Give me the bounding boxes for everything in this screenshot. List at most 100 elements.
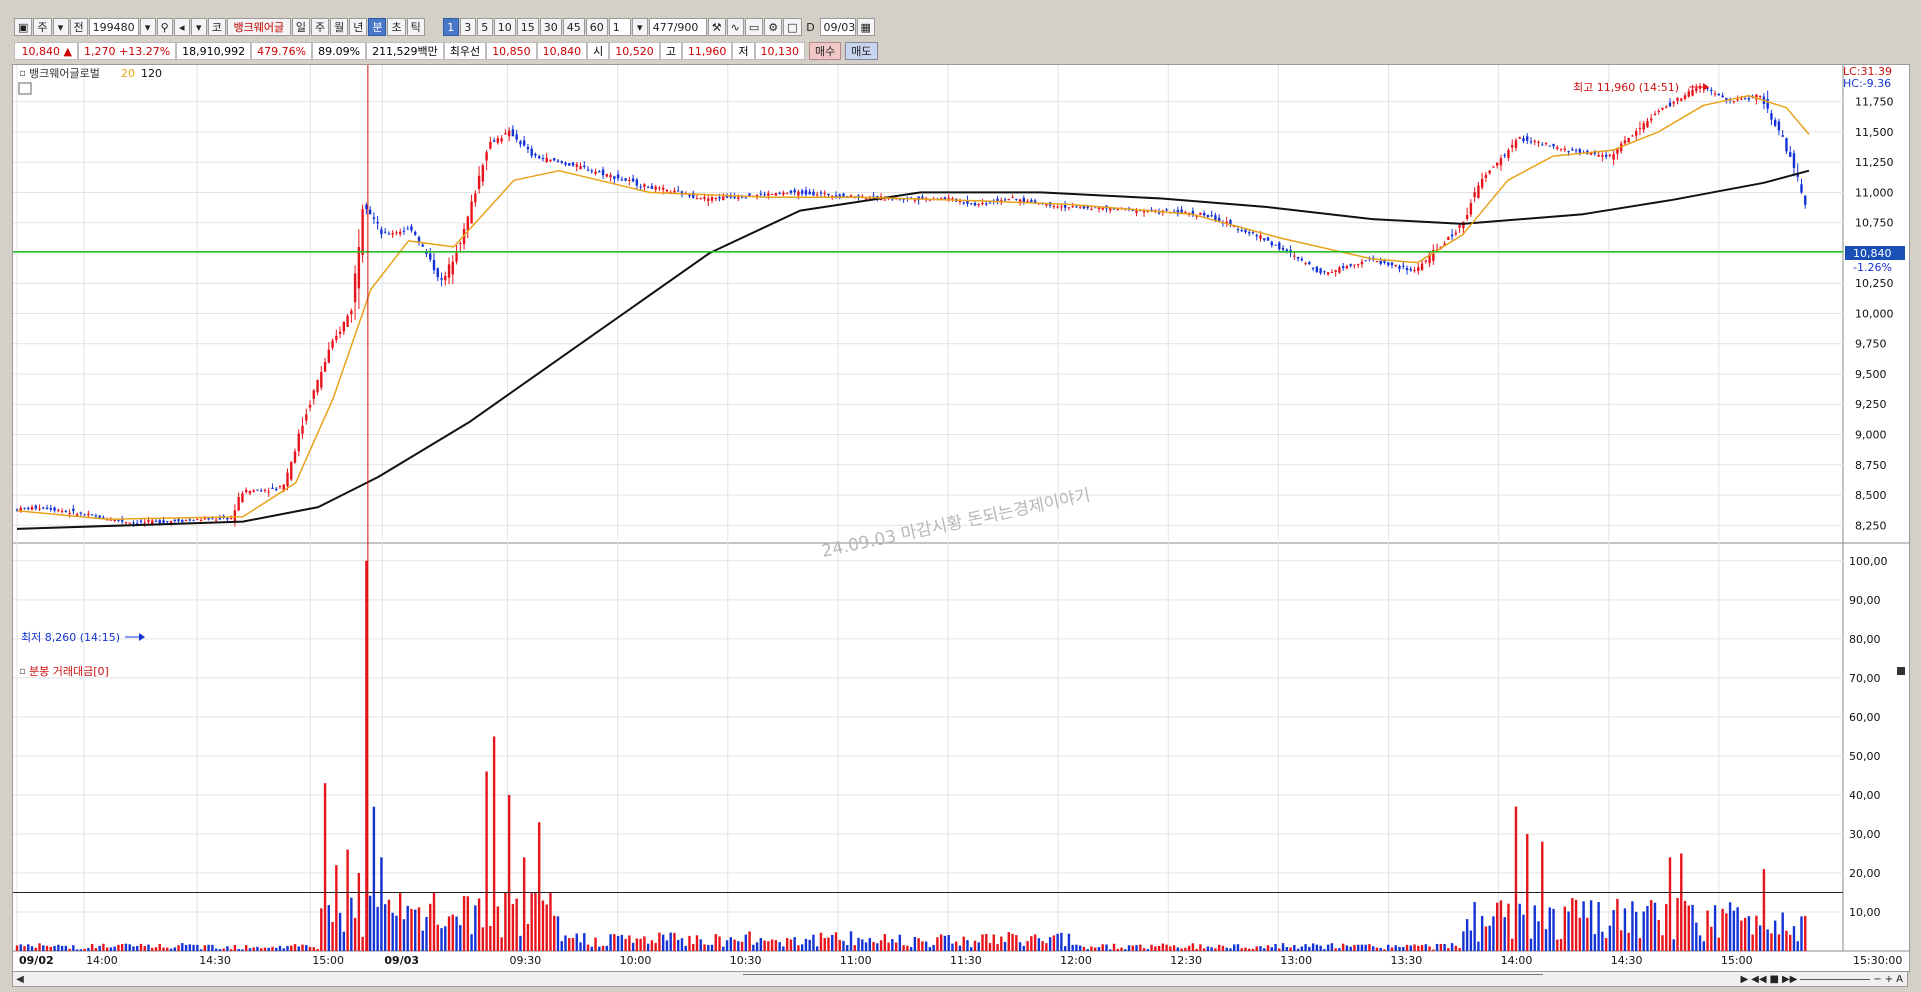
volume-bar [34,947,37,951]
candle-body [1078,206,1082,208]
search-icon[interactable]: ⚲ [156,18,173,36]
tab-second[interactable]: 초 [387,18,406,36]
calendar-icon[interactable]: ▦ [856,18,875,36]
tab-tick[interactable]: 틱 [406,18,425,36]
candle-body [68,512,71,514]
speaker-icon[interactable]: ◂ [173,18,190,36]
volume-bar [575,933,578,951]
candle-body [1747,98,1751,100]
font-size-icon[interactable]: A [1896,974,1903,985]
volume-tick-label: 100,00 [1849,555,1888,568]
speaker-dropdown-icon[interactable]: ▾ [190,18,207,36]
candle-body [162,520,165,523]
candle-body [767,193,770,196]
interval-15[interactable]: 15 [516,18,539,36]
volume-tick-label: 90,00 [1849,594,1881,607]
code-input[interactable]: 199480 [88,18,139,36]
volume-bar [432,892,436,951]
panel-toggle-icon[interactable]: ▫ [19,68,26,79]
zoom-in-icon[interactable]: + [1885,974,1893,985]
volume-bar [241,949,244,951]
tab-month[interactable]: 월 [330,18,349,36]
multiplier-input[interactable]: 1 [608,18,631,36]
chart-area[interactable]: 09/02 14:00 14:30 15:00 09/03 09:30 10:00 10:30… [12,64,1910,972]
date-input[interactable]: 09/03 [819,18,856,36]
scroll-left-icon[interactable]: ◀ [13,972,27,986]
candle-body [1462,221,1465,229]
candle-body [1804,195,1807,205]
volume-bar [1349,946,1352,951]
candle-body [1668,102,1672,107]
interval-3[interactable]: 3 [459,18,476,36]
horizontal-scrollbar[interactable]: ◀ ▶ ◀◀ ■ ▶▶ − + A [12,971,1908,987]
multiplier-dropdown-icon[interactable]: ▾ [631,18,648,36]
buy-button[interactable]: 매수 [809,42,842,60]
layout-icon[interactable]: ▣ [14,18,33,36]
tools-icon[interactable]: ⚒ [707,18,726,36]
volume-bar [147,944,150,951]
count-field[interactable]: 477/900 [648,18,707,36]
candle-body [1338,267,1341,273]
volume-bar [970,947,973,951]
candle-body [981,203,984,205]
candle-body [985,203,988,205]
volume-bar [357,872,361,951]
volume-bar [1015,935,1018,951]
sell-button[interactable]: 매도 [845,42,878,60]
candle-body [1420,263,1424,271]
tab-week[interactable]: 주 [310,18,330,36]
gear-icon[interactable]: ⚙ [764,18,783,36]
candle-body [1484,174,1488,178]
panel-close-icon[interactable] [1897,667,1905,675]
scroll-thumb[interactable] [743,974,1543,985]
tab-day[interactable]: 일 [291,18,310,36]
candle-body [1740,98,1743,100]
stop-icon[interactable]: ■ [1770,974,1779,985]
dropdown-icon[interactable]: ▾ [52,18,69,36]
volume-bar [1593,934,1597,951]
candle-body [1477,185,1480,199]
grid-toggle-icon[interactable] [18,82,32,95]
stock-name[interactable]: 뱅크웨어글 [226,18,291,36]
tab-year[interactable]: 년 [349,18,368,36]
candle-body [1056,206,1059,208]
volume-bar [951,943,954,951]
volume-bar [489,925,492,951]
volume-bar [1751,934,1754,951]
volume-bar [1379,947,1382,951]
zoom-out-icon[interactable]: − [1873,974,1881,985]
volume-bar [293,944,297,951]
volume-bar [846,945,849,951]
interval-10[interactable]: 10 [493,18,516,36]
play-icon[interactable]: ▶ [1740,974,1748,985]
all-button[interactable]: 전 [69,18,88,36]
candle-body [1646,121,1649,128]
rewind-icon[interactable]: ◀◀ [1751,974,1766,985]
volume-bar [1326,944,1330,951]
chart-svg[interactable]: 09/02 14:00 14:30 15:00 09/03 09:30 10:00 10:30… [13,65,1909,971]
interval-30[interactable]: 30 [539,18,562,36]
candle-body [665,189,669,192]
x-tick-label: 09/03 [384,954,419,967]
volume-bar [1018,942,1022,951]
candle-body [1574,150,1578,152]
market-select[interactable]: 주 [33,18,52,36]
fast-forward-icon[interactable]: ▶▶ [1782,974,1797,985]
volume-bar [661,934,665,951]
volume-bar [1785,930,1788,951]
date-checkbox[interactable]: □ [783,18,802,36]
volume-bar [763,940,766,951]
zoom-slider[interactable] [1800,978,1871,980]
candle-body [30,507,34,510]
code-dropdown-icon[interactable]: ▾ [139,18,156,36]
draw-icon[interactable]: ∿ [726,18,744,36]
interval-45[interactable]: 45 [562,18,585,36]
volume-panel-toggle-icon[interactable]: ▫ [19,666,26,677]
interval-1[interactable]: 1 [442,18,459,36]
save-icon[interactable]: ▭ [744,18,764,36]
interval-5[interactable]: 5 [476,18,493,36]
volume-bar [305,945,308,951]
interval-60[interactable]: 60 [585,18,608,36]
candle-body [1683,95,1687,99]
tab-minute[interactable]: 분 [368,18,387,36]
